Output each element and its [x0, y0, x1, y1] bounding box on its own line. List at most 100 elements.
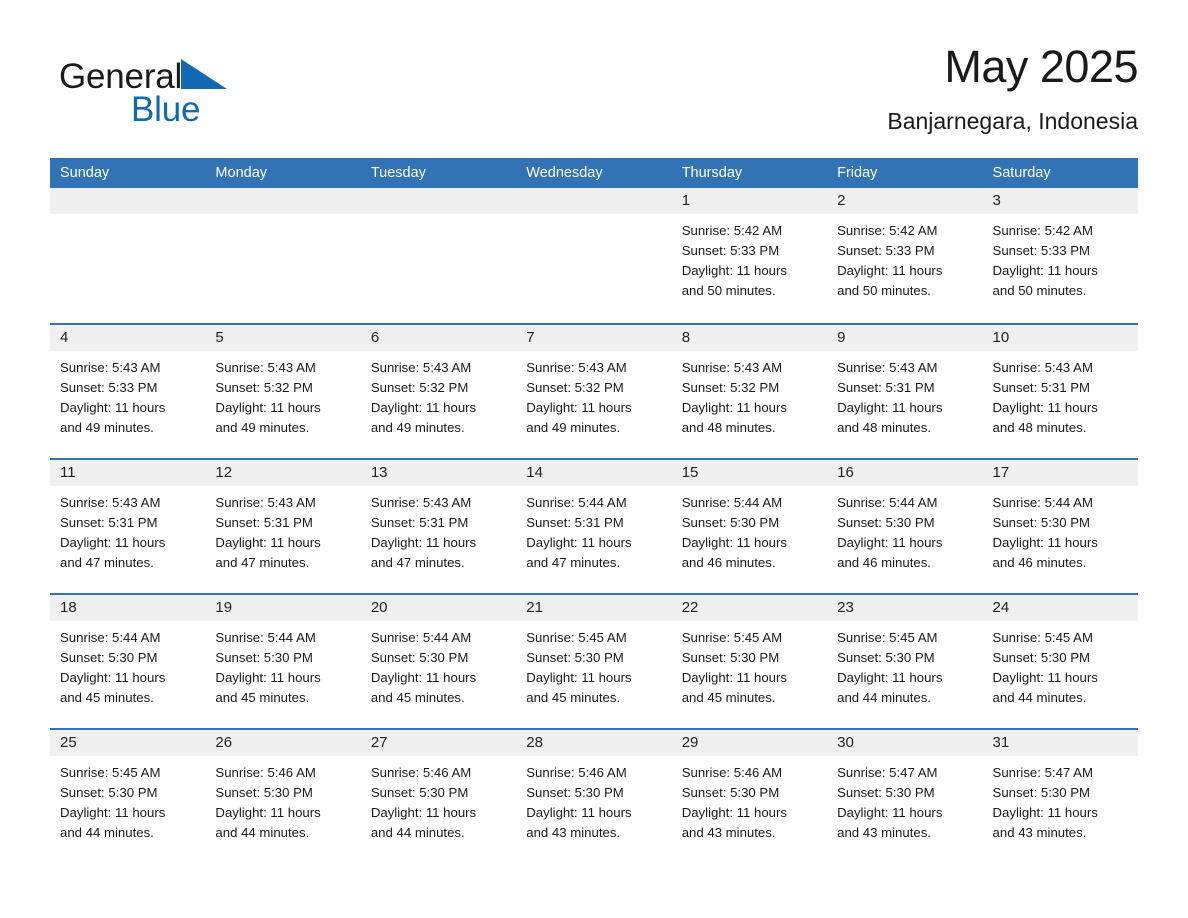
calendar-day-content: 31 Sunrise: 5:47 AM Sunset: 5:30 PM Dayligh… — [982, 728, 1138, 863]
calendar-day-content: 19 Sunrise: 5:44 AM Sunset: 5:30 PM Dayligh… — [205, 593, 361, 728]
calendar-day-cell[interactable]: 28 Sunrise: 5:46 AM Sunset: 5:30 PM Dayligh… — [516, 728, 672, 863]
calendar-day-cell[interactable]: 15 Sunrise: 5:44 AM Sunset: 5:30 PM Dayligh… — [671, 458, 828, 593]
day-sunrise-text: Sunrise: 5:42 AM — [681, 223, 783, 238]
day-number — [205, 188, 361, 214]
calendar-day-content: 22 Sunrise: 5:45 AM Sunset: 5:30 PM Dayligh… — [671, 593, 828, 728]
day-daylight-line2-text: and 43 minutes. — [837, 825, 931, 840]
page-title: May 2025 — [944, 41, 1138, 92]
day-daylight-line2-text: and 47 minutes. — [60, 555, 154, 570]
calendar-day-cell[interactable]: 26 Sunrise: 5:46 AM Sunset: 5:30 PM Dayligh… — [205, 728, 361, 863]
day-sunset-text: Sunset: 5:30 PM — [215, 785, 313, 800]
day-number: 13 — [360, 460, 517, 486]
calendar-day-cell[interactable]: 8 Sunrise: 5:43 AM Sunset: 5:32 PM Daylight… — [671, 323, 828, 458]
calendar-day-cell[interactable]: 10 Sunrise: 5:43 AM Sunset: 5:31 PM Dayligh… — [982, 323, 1138, 458]
day-number — [516, 188, 672, 214]
calendar-day-cell[interactable]: 18 Sunrise: 5:44 AM Sunset: 5:30 PM Dayligh… — [50, 593, 206, 728]
day-sunset-text: Sunset: 5:30 PM — [370, 650, 469, 665]
calendar-day-content: 30 Sunrise: 5:47 AM Sunset: 5:30 PM Dayligh… — [827, 728, 983, 863]
day-sunset-text: Sunset: 5:31 PM — [526, 515, 624, 530]
calendar-day-cell[interactable]: 4 Sunrise: 5:43 AM Sunset: 5:33 PM Daylight… — [50, 323, 206, 458]
day-number: 15 — [671, 460, 828, 486]
day-daylight-line1-text: Daylight: 11 hours — [370, 670, 477, 685]
day-daylight-line2-text: and 46 minutes. — [992, 555, 1087, 570]
calendar-day-cell[interactable]: 21 Sunrise: 5:45 AM Sunset: 5:30 PM Dayligh… — [516, 593, 672, 728]
day-number: 28 — [516, 730, 672, 756]
calendar-day-cell[interactable]: 12 Sunrise: 5:43 AM Sunset: 5:31 PM Dayligh… — [205, 458, 361, 593]
day-daylight-line2-text: and 49 minutes. — [60, 420, 154, 435]
calendar-day-cell[interactable]: 16 Sunrise: 5:44 AM Sunset: 5:30 PM Dayligh… — [827, 458, 983, 593]
day-sunrise-text: Sunrise: 5:47 AM — [992, 765, 1093, 780]
calendar-day-cell[interactable]: 20 Sunrise: 5:44 AM Sunset: 5:30 PM Dayligh… — [360, 593, 517, 728]
day-daylight-line2-text: and 49 minutes. — [526, 420, 621, 435]
day-number: 4 — [50, 325, 206, 351]
day-number: 2 — [827, 188, 983, 214]
calendar-day-cell[interactable]: 31 Sunrise: 5:47 AM Sunset: 5:30 PM Dayligh… — [982, 728, 1138, 863]
calendar-day-cell[interactable]: 3 Sunrise: 5:42 AM Sunset: 5:33 PM Daylight… — [982, 188, 1138, 323]
calendar-day-cell[interactable]: 13 Sunrise: 5:43 AM Sunset: 5:31 PM Dayligh… — [360, 458, 517, 593]
calendar-day-content: 20 Sunrise: 5:44 AM Sunset: 5:30 PM Dayligh… — [360, 593, 517, 728]
calendar-day-content: 5 Sunrise: 5:43 AM Sunset: 5:32 PM Daylight… — [205, 323, 361, 458]
day-sun-info: Sunrise: 5:44 AM Sunset: 5:30 PM Daylight:… — [827, 486, 982, 573]
calendar-day-cell[interactable]: 29 Sunrise: 5:46 AM Sunset: 5:30 PM Dayligh… — [671, 728, 828, 863]
calendar-day-cell[interactable]: 30 Sunrise: 5:47 AM Sunset: 5:30 PM Dayligh… — [827, 728, 983, 863]
generalblue-logo[interactable]: General Blue — [59, 56, 299, 136]
calendar-day-cell[interactable]: 7 Sunrise: 5:43 AM Sunset: 5:32 PM Daylight… — [516, 323, 672, 458]
day-number: 29 — [671, 730, 828, 756]
calendar-day-cell[interactable]: 22 Sunrise: 5:45 AM Sunset: 5:30 PM Dayligh… — [671, 593, 828, 728]
day-sunset-text: Sunset: 5:30 PM — [837, 785, 935, 800]
day-number: 3 — [982, 188, 1138, 214]
calendar-day-cell[interactable]: 27 Sunrise: 5:46 AM Sunset: 5:30 PM Dayligh… — [360, 728, 517, 863]
calendar-day-cell[interactable]: 11 Sunrise: 5:43 AM Sunset: 5:31 PM Dayligh… — [50, 458, 206, 593]
page-subtitle-location: Banjarnegara, Indonesia — [887, 108, 1138, 134]
day-daylight-line2-text: and 49 minutes. — [370, 420, 465, 435]
day-daylight-line2-text: and 50 minutes. — [681, 283, 776, 298]
day-sunset-text: Sunset: 5:31 PM — [370, 515, 469, 530]
day-number: 18 — [50, 595, 206, 621]
calendar-day-content: 28 Sunrise: 5:46 AM Sunset: 5:30 PM Dayligh… — [516, 728, 672, 863]
day-number: 16 — [827, 460, 983, 486]
day-sunset-text: Sunset: 5:30 PM — [992, 650, 1091, 665]
calendar-day-content: 24 Sunrise: 5:45 AM Sunset: 5:30 PM Dayligh… — [982, 593, 1138, 728]
day-sunset-text: Sunset: 5:30 PM — [992, 515, 1091, 530]
day-daylight-line2-text: and 47 minutes. — [370, 555, 465, 570]
calendar-day-cell[interactable]: 6 Sunrise: 5:43 AM Sunset: 5:32 PM Daylight… — [360, 323, 517, 458]
calendar-day-cell[interactable]: 24 Sunrise: 5:45 AM Sunset: 5:30 PM Dayligh… — [982, 593, 1138, 728]
day-daylight-line1-text: Daylight: 11 hours — [60, 535, 166, 550]
day-sunset-text: Sunset: 5:31 PM — [60, 515, 158, 530]
day-daylight-line1-text: Daylight: 11 hours — [370, 535, 477, 550]
logo-top-row: General — [59, 56, 299, 98]
day-sunrise-text: Sunrise: 5:46 AM — [526, 765, 627, 780]
day-sun-info: Sunrise: 5:43 AM Sunset: 5:33 PM Daylight:… — [50, 351, 205, 438]
weekday-header-thursday: Thursday — [671, 158, 828, 188]
day-sun-info: Sunrise: 5:42 AM Sunset: 5:33 PM Daylight:… — [983, 214, 1138, 301]
calendar-day-cell[interactable]: 17 Sunrise: 5:44 AM Sunset: 5:30 PM Dayligh… — [982, 458, 1138, 593]
calendar-day-cell[interactable]: 1 Sunrise: 5:42 AM Sunset: 5:33 PM Daylight… — [671, 188, 828, 323]
calendar-day-cell[interactable]: 2 Sunrise: 5:42 AM Sunset: 5:33 PM Daylight… — [827, 188, 983, 323]
day-number: 20 — [360, 595, 517, 621]
calendar-day-cell[interactable]: 14 Sunrise: 5:44 AM Sunset: 5:31 PM Dayligh… — [516, 458, 672, 593]
calendar-day-cell[interactable]: 5 Sunrise: 5:43 AM Sunset: 5:32 PM Daylight… — [205, 323, 361, 458]
weekday-header-monday: Monday — [205, 158, 361, 188]
sunrise-sunset-calendar-table: Sunday Monday Tuesday Wednesday Thursday… — [50, 158, 1138, 863]
day-number: 7 — [516, 325, 672, 351]
day-sunset-text: Sunset: 5:30 PM — [215, 650, 313, 665]
day-number: 14 — [516, 460, 672, 486]
day-daylight-line2-text: and 45 minutes. — [60, 690, 154, 705]
calendar-empty-cell — [205, 188, 361, 323]
calendar-day-content: 18 Sunrise: 5:44 AM Sunset: 5:30 PM Dayligh… — [50, 593, 206, 728]
day-sun-info: Sunrise: 5:43 AM Sunset: 5:31 PM Daylight:… — [827, 351, 982, 438]
day-sun-info: Sunrise: 5:44 AM Sunset: 5:31 PM Daylight:… — [516, 486, 671, 573]
calendar-day-cell[interactable]: 9 Sunrise: 5:43 AM Sunset: 5:31 PM Daylight… — [827, 323, 983, 458]
calendar-day-cell[interactable]: 25 Sunrise: 5:45 AM Sunset: 5:30 PM Dayligh… — [50, 728, 206, 863]
day-daylight-line1-text: Daylight: 11 hours — [681, 263, 787, 278]
weekday-header-wednesday: Wednesday — [516, 158, 672, 188]
day-daylight-line1-text: Daylight: 11 hours — [837, 263, 943, 278]
day-sun-info: Sunrise: 5:43 AM Sunset: 5:32 PM Daylight:… — [205, 351, 360, 438]
calendar-day-cell[interactable]: 23 Sunrise: 5:45 AM Sunset: 5:30 PM Dayligh… — [827, 593, 983, 728]
day-number: 23 — [827, 595, 983, 621]
day-daylight-line1-text: Daylight: 11 hours — [837, 805, 943, 820]
day-daylight-line2-text: and 43 minutes. — [681, 825, 776, 840]
day-number: 12 — [205, 460, 361, 486]
day-sun-info: Sunrise: 5:46 AM Sunset: 5:30 PM Daylight:… — [205, 756, 360, 843]
calendar-day-cell[interactable]: 19 Sunrise: 5:44 AM Sunset: 5:30 PM Dayligh… — [205, 593, 361, 728]
